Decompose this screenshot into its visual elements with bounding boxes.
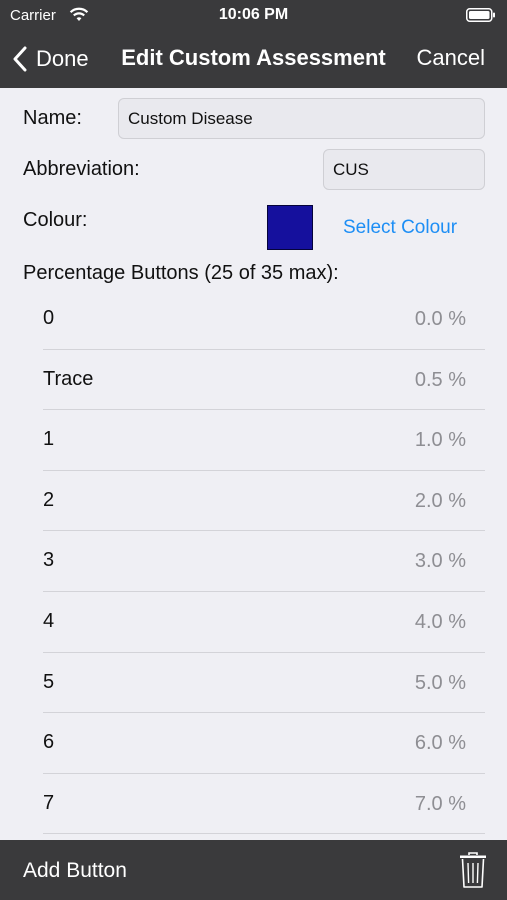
percentage-button-list: 0 0.0 % Trace 0.5 % 1 1.0 % 2 2.0 % 3 3.… — [0, 289, 507, 835]
list-item[interactable]: 2 2.0 % — [0, 471, 507, 532]
list-item[interactable]: 1 1.0 % — [0, 410, 507, 471]
list-item[interactable]: 6 6.0 % — [0, 713, 507, 774]
list-item-value: 6.0 % — [414, 732, 466, 755]
list-item[interactable]: 5 5.0 % — [0, 653, 507, 714]
bottom-toolbar: Add Button — [0, 840, 507, 900]
list-item[interactable]: 3 3.0 % — [0, 531, 507, 592]
list-item-label: 2 — [43, 488, 55, 511]
colour-swatch[interactable] — [267, 205, 313, 250]
list-item-label: 6 — [43, 731, 55, 754]
list-item-value: 7.0 % — [414, 792, 466, 815]
list-item-value: 0.0 % — [414, 308, 466, 330]
done-button[interactable]: Done — [12, 44, 89, 74]
percentage-buttons-heading: Percentage Buttons (25 of 35 max): — [23, 262, 339, 284]
list-item-value: 2.0 % — [414, 489, 466, 512]
top-bar: Carrier 10:06 PM Done Edit Custom Assess… — [0, 0, 507, 88]
colour-label: Colour: — [23, 209, 88, 231]
list-item-value: 3.0 % — [414, 550, 466, 573]
list-item-label: 3 — [43, 549, 55, 572]
edit-form: Name: Custom Disease Abbreviation: CUS C… — [0, 88, 507, 840]
list-item-value: 1.0 % — [414, 429, 466, 452]
battery-icon — [466, 8, 495, 22]
navigation-bar: Done Edit Custom Assessment Cancel — [0, 30, 507, 88]
list-item-label: 4 — [43, 609, 55, 632]
add-button[interactable]: Add Button — [23, 859, 127, 883]
abbreviation-field[interactable]: CUS — [323, 149, 485, 190]
done-button-label: Done — [36, 46, 89, 71]
select-colour-button[interactable]: Select Colour — [343, 217, 457, 239]
cancel-button[interactable]: Cancel — [417, 45, 485, 71]
trash-icon[interactable] — [459, 851, 487, 889]
list-item-label: 5 — [43, 670, 55, 693]
list-item[interactable]: 0 0.0 % — [0, 289, 507, 350]
list-item[interactable]: Trace 0.5 % — [0, 350, 507, 411]
status-bar: Carrier 10:06 PM — [0, 0, 507, 30]
list-item-label: 0 — [43, 307, 55, 329]
list-item-value: 5.0 % — [414, 671, 466, 694]
status-time: 10:06 PM — [218, 6, 289, 23]
list-item-value: 0.5 % — [414, 368, 466, 391]
abbreviation-label: Abbreviation: — [23, 158, 140, 180]
name-label: Name: — [23, 107, 82, 129]
list-item[interactable]: 4 4.0 % — [0, 592, 507, 653]
row-divider — [43, 833, 485, 835]
list-item-value: 4.0 % — [414, 610, 466, 633]
list-item-label: 1 — [43, 428, 55, 451]
name-field[interactable]: Custom Disease — [118, 98, 485, 139]
chevron-left-icon — [13, 46, 27, 72]
list-item-label: 7 — [43, 791, 55, 814]
list-item-label: Trace — [43, 367, 94, 390]
list-item[interactable]: 7 7.0 % — [0, 774, 507, 835]
